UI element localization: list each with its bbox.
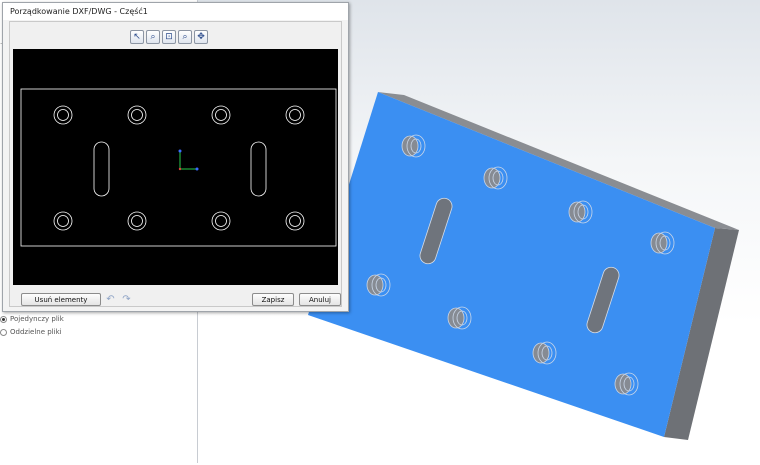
single-file-label: Pojedynczy plik	[10, 315, 64, 323]
save-button[interactable]: Zapisz	[252, 293, 294, 306]
separate-files-label: Oddzielne pliki	[10, 328, 62, 336]
pan-icon: ✥	[197, 31, 205, 42]
pan-button[interactable]: ✥	[194, 30, 208, 44]
undo-button[interactable]: ↶	[104, 293, 117, 306]
zoom-fit-button[interactable]: ⊡	[162, 30, 176, 44]
origin-triad-icon	[178, 149, 199, 171]
redo-button[interactable]: ↷	[120, 293, 133, 306]
zoom-in-out-icon: ⌕	[182, 31, 188, 42]
cancel-button[interactable]: Anuluj	[299, 293, 341, 306]
select-tool-button[interactable]: ↖	[130, 30, 144, 44]
undo-icon: ↶	[106, 294, 115, 305]
zoom-in-out-button[interactable]: ⌕	[178, 30, 192, 44]
zoom-to-area-icon: ⌕	[150, 31, 156, 42]
single-file-radio[interactable]	[0, 315, 7, 323]
preview-toolbar: ↖ ⌕ ⊡ ⌕ ✥	[130, 30, 208, 44]
flat-pattern-drawing	[20, 88, 337, 247]
dialog-title: Porządkowanie DXF/DWG - Część1	[10, 7, 148, 16]
drawing-holes	[53, 105, 305, 231]
zoom-to-area-button[interactable]: ⌕	[146, 30, 160, 44]
dialog-body: ↖ ⌕ ⊡ ⌕ ✥ Usuń elementy ↶ ↷ Zapisz Anulu…	[9, 21, 342, 307]
zoom-fit-icon: ⊡	[165, 31, 173, 42]
dialog-titlebar[interactable]: Porządkowanie DXF/DWG - Część1	[3, 3, 348, 20]
remove-elements-button[interactable]: Usuń elementy	[21, 293, 101, 306]
redo-icon: ↷	[122, 294, 131, 305]
select-icon: ↖	[133, 31, 141, 42]
dxf-cleanup-dialog: Porządkowanie DXF/DWG - Część1 ↖ ⌕ ⊡ ⌕ ✥	[2, 2, 349, 312]
dxf-preview-canvas[interactable]	[13, 49, 338, 285]
separate-files-radio[interactable]	[0, 328, 7, 336]
single-file-option[interactable]: Pojedynczy plik	[0, 313, 64, 325]
separate-files-option[interactable]: Oddzielne pliki	[0, 326, 62, 338]
